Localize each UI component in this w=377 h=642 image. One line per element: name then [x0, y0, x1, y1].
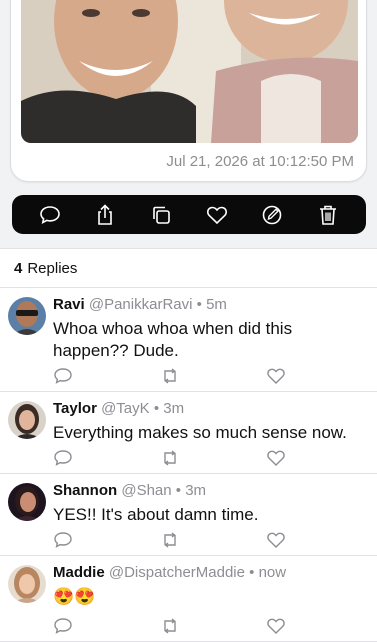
reply-author-handle[interactable]: @TayK — [101, 400, 150, 417]
reply-comment-icon[interactable] — [53, 617, 73, 635]
reply-author-name[interactable]: Taylor — [53, 400, 97, 417]
reply-text: Everything makes so much sense now. — [53, 423, 347, 442]
reply-content: Shannon @Shan • 3m YES!! It's about damn… — [53, 482, 367, 526]
meta-separator: • — [249, 564, 255, 581]
retweet-icon[interactable] — [160, 449, 180, 467]
reply-actions — [53, 531, 293, 549]
reply-meta: Ravi @PanikkarRavi • 5m — [53, 296, 367, 314]
post-photo[interactable] — [21, 0, 358, 143]
reply-author-handle[interactable]: @PanikkarRavi — [89, 296, 193, 313]
avatar[interactable] — [8, 565, 46, 603]
trash-icon[interactable] — [315, 202, 341, 228]
like-icon[interactable] — [266, 367, 286, 385]
like-icon[interactable] — [266, 449, 286, 467]
comment-icon[interactable] — [37, 202, 63, 228]
reply-meta: Maddie @DispatcherMaddie • now — [53, 564, 367, 582]
heart-icon[interactable] — [204, 202, 230, 228]
reply-author-handle[interactable]: @Shan — [121, 482, 171, 499]
like-icon[interactable] — [266, 531, 286, 549]
reply-meta: Shannon @Shan • 3m — [53, 482, 367, 500]
reply-meta: Taylor @TayK • 3m — [53, 400, 367, 418]
reply-item[interactable]: Ravi @PanikkarRavi • 5m Whoa whoa whoa w… — [0, 288, 377, 392]
like-icon[interactable] — [266, 617, 286, 635]
reply-content: Ravi @PanikkarRavi • 5m Whoa whoa whoa w… — [53, 296, 367, 362]
reply-comment-icon[interactable] — [53, 531, 73, 549]
reply-comment-icon[interactable] — [53, 449, 73, 467]
avatar[interactable] — [8, 483, 46, 521]
retweet-icon[interactable] — [160, 531, 180, 549]
reply-text: 😍😍 — [53, 587, 96, 606]
meta-separator: • — [153, 400, 160, 417]
retweet-icon[interactable] — [160, 617, 180, 635]
meta-separator: • — [196, 296, 202, 313]
share-icon[interactable] — [92, 202, 118, 228]
reply-text: YES!! It's about damn time. — [53, 505, 259, 524]
replies-count: 4 — [14, 259, 23, 277]
replies-list: 4 Replies Ravi @PanikkarRavi • 5m Whoa w… — [0, 248, 377, 642]
reply-item[interactable]: Shannon @Shan • 3m YES!! It's about damn… — [0, 474, 377, 556]
reply-actions — [53, 449, 293, 467]
reply-actions — [53, 617, 293, 635]
retweet-icon[interactable] — [160, 367, 180, 385]
reply-comment-icon[interactable] — [53, 367, 73, 385]
reply-author-handle[interactable]: @DispatcherMaddie — [109, 564, 245, 581]
reply-author-name[interactable]: Ravi — [53, 296, 85, 313]
post-action-bar — [12, 195, 366, 234]
meta-separator: • — [175, 482, 182, 499]
reply-time: 3m — [163, 400, 185, 417]
reply-item[interactable]: Taylor @TayK • 3m Everything makes so mu… — [0, 392, 377, 474]
reply-item[interactable]: Maddie @DispatcherMaddie • now 😍😍 — [0, 556, 377, 642]
reply-author-name[interactable]: Shannon — [53, 482, 117, 499]
post-timestamp: Jul 21, 2026 at 10:12:50 PM — [166, 153, 354, 170]
copy-icon[interactable] — [148, 202, 174, 228]
replies-label: Replies — [27, 259, 78, 277]
avatar[interactable] — [8, 401, 46, 439]
reply-content: Taylor @TayK • 3m Everything makes so mu… — [53, 400, 367, 444]
reply-time: now — [258, 564, 287, 581]
replies-header: 4 Replies — [0, 249, 377, 288]
reply-time: 3m — [185, 482, 207, 499]
reply-text: Whoa whoa whoa when did this happen?? Du… — [53, 319, 293, 360]
edit-icon[interactable] — [259, 202, 285, 228]
reply-time: 5m — [206, 296, 227, 313]
reply-actions — [53, 367, 293, 385]
avatar[interactable] — [8, 297, 46, 335]
reply-author-name[interactable]: Maddie — [53, 564, 105, 581]
reply-content: Maddie @DispatcherMaddie • now 😍😍 — [53, 564, 367, 608]
post-card: Jul 21, 2026 at 10:12:50 PM — [10, 0, 367, 182]
